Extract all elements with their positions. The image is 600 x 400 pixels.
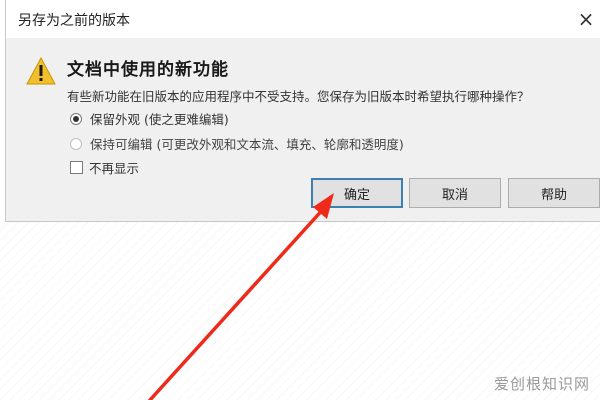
arrow-shaft <box>148 204 328 400</box>
screenshot: 另存为之前的版本 × 文档中使用的新功能 有些新功能在旧版本的应用程序中不受支持… <box>0 0 600 400</box>
watermark-text: 爱创根知识网 <box>493 375 590 393</box>
annotation-arrow <box>148 193 334 400</box>
